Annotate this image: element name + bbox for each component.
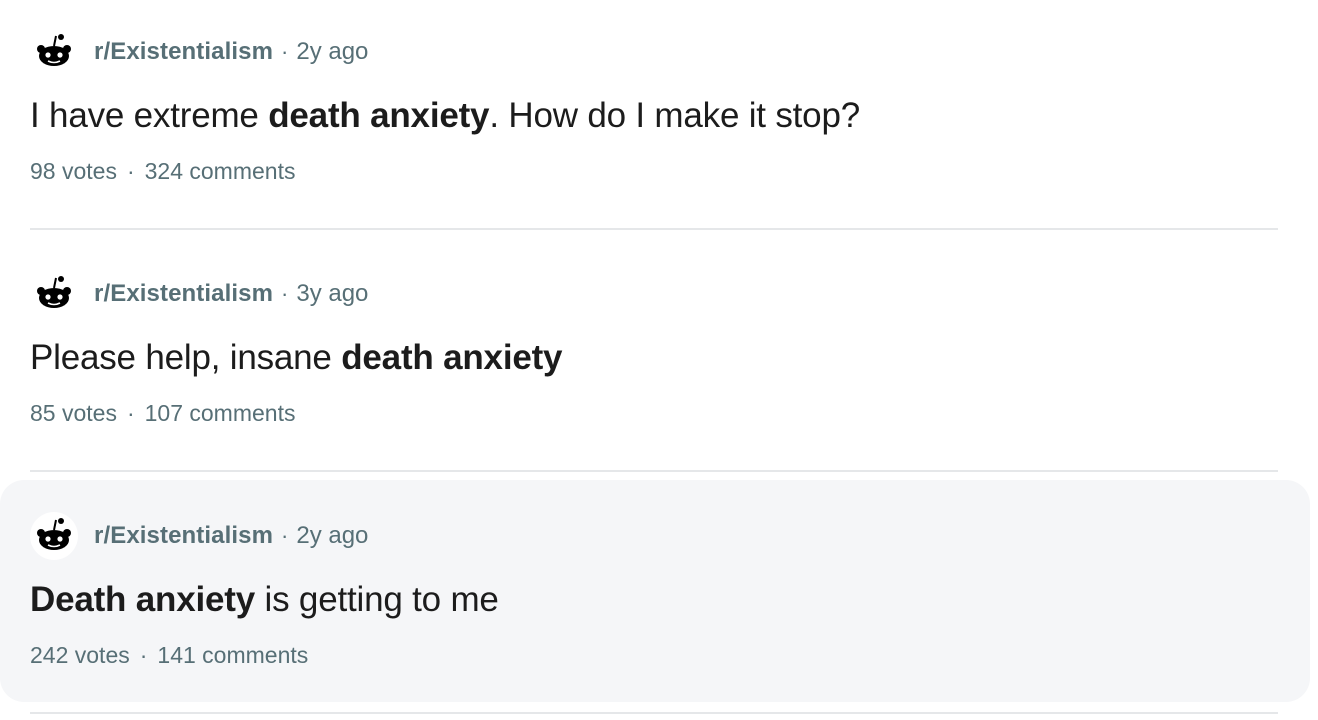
- subreddit-name[interactable]: r/Existentialism: [94, 38, 273, 66]
- title-highlight: death anxiety: [268, 96, 490, 135]
- title-part: I have extreme: [30, 96, 269, 135]
- post-card[interactable]: r/Existentialism · 2y ago I have extreme…: [0, 28, 1310, 228]
- vote-count: 98 votes: [30, 158, 117, 184]
- subreddit-avatar[interactable]: [30, 28, 78, 76]
- comment-count[interactable]: 324 comments: [145, 158, 296, 184]
- title-highlight: Death anxiety: [30, 580, 255, 619]
- subreddit-avatar[interactable]: [30, 512, 78, 560]
- vote-count: 242 votes: [30, 642, 130, 668]
- post-age: 2y ago: [296, 522, 369, 549]
- stats-separator: ·: [126, 158, 135, 184]
- post-meta: r/Existentialism · 3y ago: [30, 270, 368, 318]
- subreddit-avatar[interactable]: [30, 270, 78, 318]
- search-results-feed: r/Existentialism · 2y ago I have extreme…: [0, 0, 1318, 720]
- stats-separator: ·: [139, 642, 148, 668]
- comment-count[interactable]: 141 comments: [157, 642, 308, 668]
- post-title[interactable]: Please help, insane death anxiety: [30, 336, 563, 380]
- vote-count: 85 votes: [30, 400, 117, 426]
- comment-count[interactable]: 107 comments: [145, 400, 296, 426]
- reddit-snoo-icon: [37, 276, 71, 308]
- title-part: is getting to me: [255, 580, 499, 619]
- post-card[interactable]: r/Existentialism · 3y ago Please help, i…: [0, 270, 1310, 470]
- post-title[interactable]: I have extreme death anxiety. How do I m…: [30, 94, 860, 138]
- post-age: 3y ago: [296, 280, 369, 307]
- divider: [30, 470, 1278, 472]
- post-age: 2y ago: [296, 38, 369, 65]
- reddit-snoo-icon: [37, 34, 71, 66]
- title-highlight: death anxiety: [341, 338, 563, 377]
- reddit-snoo-icon: [37, 518, 71, 550]
- divider: [30, 712, 1278, 714]
- title-part: . How do I make it stop?: [489, 96, 860, 135]
- divider: [30, 228, 1278, 230]
- post-stats: 242 votes · 141 comments: [30, 642, 308, 669]
- title-part: Please help, insane: [30, 338, 342, 377]
- post-stats: 85 votes · 107 comments: [30, 400, 295, 427]
- post-stats: 98 votes · 324 comments: [30, 158, 295, 185]
- subreddit-name[interactable]: r/Existentialism: [94, 522, 273, 550]
- meta-separator: ·: [281, 523, 289, 548]
- post-meta: r/Existentialism · 2y ago: [30, 28, 368, 76]
- subreddit-name[interactable]: r/Existentialism: [94, 280, 273, 308]
- post-title[interactable]: Death anxiety is getting to me: [30, 578, 499, 622]
- meta-separator: ·: [281, 281, 289, 306]
- post-meta: r/Existentialism · 2y ago: [30, 512, 368, 560]
- post-card[interactable]: r/Existentialism · 2y ago Death anxiety …: [0, 480, 1310, 702]
- stats-separator: ·: [126, 400, 135, 426]
- meta-separator: ·: [281, 39, 289, 64]
